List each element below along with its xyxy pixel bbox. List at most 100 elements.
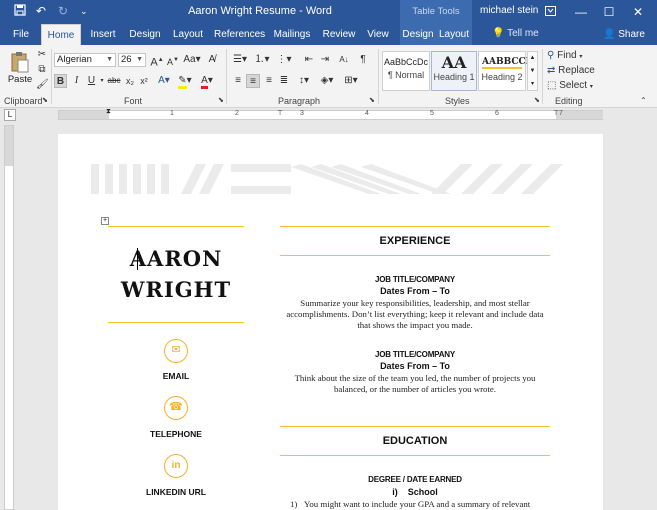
text-effects-icon[interactable]: A▾ xyxy=(156,74,172,88)
chevron-down-icon[interactable]: ▾ xyxy=(98,74,106,88)
degree-line[interactable]: DEGREE / DATE EARNED xyxy=(280,475,550,484)
select-button[interactable]: ⬚ Select ▾ xyxy=(547,79,607,93)
style-heading-2[interactable]: AABBCCI Heading 2 xyxy=(478,51,530,91)
tab-review[interactable]: Review xyxy=(320,24,358,45)
title-bar: ↶ ↻ ⌄ Aaron Wright Resume - Word Table T… xyxy=(0,0,657,24)
ruler-strip[interactable]: ⧗ 1 2 3 4 5 6 7 ⊤ ⊤ xyxy=(58,108,603,120)
underline-icon[interactable]: U xyxy=(85,74,98,88)
education-heading[interactable]: EDUCATION xyxy=(280,435,550,447)
bullets-icon[interactable]: ☰▾ xyxy=(231,53,249,67)
strikethrough-icon[interactable]: abc xyxy=(107,74,121,88)
tab-table-design[interactable]: Design xyxy=(400,24,436,45)
ruler-tab-marker[interactable]: ⊤ xyxy=(553,109,559,117)
grow-font-icon[interactable]: A▲ xyxy=(150,53,164,69)
editing-group-label: Editing xyxy=(555,96,583,106)
job-dates[interactable]: Dates From – To xyxy=(280,361,550,371)
numbering-icon[interactable]: ⒈▾ xyxy=(253,53,271,67)
ruler-indent-marker[interactable]: ⧗ xyxy=(106,108,111,116)
clear-formatting-icon[interactable]: A̸ xyxy=(205,53,219,67)
linkedin-label[interactable]: LINKEDIN URL xyxy=(108,487,244,497)
job-title[interactable]: JOB TITLE/COMPANY xyxy=(280,350,550,359)
cut-icon[interactable]: ✂ xyxy=(36,48,48,62)
superscript-icon[interactable]: x² xyxy=(138,74,150,88)
align-left-icon[interactable]: ≡ xyxy=(231,74,245,88)
close-icon[interactable]: ✕ xyxy=(628,2,648,22)
justify-icon[interactable]: ≣ xyxy=(277,74,291,88)
font-size-select[interactable]: 26 ▼ xyxy=(118,53,146,67)
replace-button[interactable]: ⇄ Replace xyxy=(547,64,607,78)
vertical-ruler-margin xyxy=(5,126,13,166)
tab-mailings[interactable]: Mailings xyxy=(271,24,313,45)
highlight-icon[interactable]: ✎▾ xyxy=(176,74,194,89)
job-description[interactable]: Summarize your key responsibilities, lea… xyxy=(284,298,546,331)
tab-file[interactable]: File xyxy=(6,24,36,45)
job-title[interactable]: JOB TITLE/COMPANY xyxy=(280,275,550,284)
paragraph-group-label: Paragraph xyxy=(278,96,321,106)
font-color-icon[interactable]: A▾ xyxy=(198,74,216,89)
minimize-icon[interactable]: — xyxy=(571,2,591,22)
document-page[interactable]: + AARON WRIGHT ✉ EMAIL ☎ TELEPHONE in LI… xyxy=(58,134,603,510)
first-name[interactable]: AARON xyxy=(108,246,244,271)
divider-line xyxy=(108,322,244,323)
paste-button[interactable]: Paste xyxy=(6,49,34,93)
clipboard-group-label: Clipboard xyxy=(4,96,43,106)
align-right-icon[interactable]: ≡ xyxy=(262,74,276,88)
styles-scroll[interactable]: ▲ ▼ ▾ xyxy=(527,51,538,91)
borders-icon[interactable]: ⊞▾ xyxy=(342,74,360,88)
tab-design[interactable]: Design xyxy=(127,24,163,45)
group-divider xyxy=(378,49,379,104)
last-name[interactable]: WRIGHT xyxy=(108,277,244,302)
ruler-number: 2 xyxy=(235,110,239,117)
school-line[interactable]: i) School xyxy=(280,487,550,497)
style-normal[interactable]: AaBbCcDc ¶ Normal xyxy=(382,51,430,91)
style-heading-1[interactable]: AA Heading 1 xyxy=(431,51,477,91)
tab-layout[interactable]: Layout xyxy=(170,24,206,45)
collapse-ribbon-icon[interactable]: ⌃ xyxy=(640,96,647,105)
font-launcher-icon[interactable]: ⬊ xyxy=(218,96,224,104)
format-painter-icon[interactable]: 🖌 xyxy=(36,78,49,92)
change-case-icon[interactable]: Aa▾ xyxy=(183,53,201,67)
user-name[interactable]: michael stein xyxy=(480,5,538,16)
tab-insert[interactable]: Insert xyxy=(86,24,120,45)
education-list-item[interactable]: 1) You might want to include your GPA an… xyxy=(290,499,550,510)
divider-line xyxy=(280,255,550,256)
styles-launcher-icon[interactable]: ⬊ xyxy=(534,96,540,104)
telephone-label[interactable]: TELEPHONE xyxy=(108,429,244,439)
subscript-icon[interactable]: x₂ xyxy=(124,74,136,88)
table-move-handle-icon[interactable]: + xyxy=(101,217,109,225)
experience-heading[interactable]: EXPERIENCE xyxy=(280,235,550,247)
bold-icon[interactable]: B xyxy=(54,74,67,88)
ruler-left-margin xyxy=(59,111,109,119)
vertical-ruler[interactable] xyxy=(4,125,14,510)
shading-icon[interactable]: ◈▾ xyxy=(318,74,336,88)
table-tools-label: Table Tools xyxy=(400,0,472,24)
align-center-icon[interactable]: ≡ xyxy=(246,74,260,88)
italic-icon[interactable]: I xyxy=(70,74,83,88)
tab-view[interactable]: View xyxy=(362,24,394,45)
shrink-font-icon[interactable]: A▼ xyxy=(166,53,180,67)
font-name-value: Algerian xyxy=(57,54,92,65)
clipboard-launcher-icon[interactable]: ⬊ xyxy=(42,96,48,104)
ruler-tab-marker[interactable]: ⊤ xyxy=(277,109,283,117)
sort-icon[interactable]: A↓ xyxy=(337,53,351,67)
share-button[interactable]: 👤 Share xyxy=(603,27,653,43)
paragraph-launcher-icon[interactable]: ⬊ xyxy=(369,96,375,104)
decrease-indent-icon[interactable]: ⇤ xyxy=(302,53,316,67)
job-description[interactable]: Think about the size of the team you led… xyxy=(284,373,546,395)
multilevel-list-icon[interactable]: ⋮▾ xyxy=(275,53,293,67)
show-formatting-icon[interactable]: ¶ xyxy=(357,53,369,67)
find-button[interactable]: ⚲ Find ▾ xyxy=(547,49,597,63)
copy-icon[interactable]: ⧉ xyxy=(36,63,48,77)
line-spacing-icon[interactable]: ↕▾ xyxy=(295,74,313,88)
job-dates[interactable]: Dates From – To xyxy=(280,286,550,296)
font-name-select[interactable]: Algerian ▼ xyxy=(54,53,116,67)
tab-table-layout[interactable]: Layout xyxy=(436,24,472,45)
increase-indent-icon[interactable]: ⇥ xyxy=(318,53,332,67)
email-label[interactable]: EMAIL xyxy=(108,371,244,381)
tab-selector-icon[interactable]: L xyxy=(4,109,16,121)
ribbon-display-options-icon[interactable] xyxy=(540,2,560,22)
tab-home[interactable]: Home xyxy=(41,24,81,45)
tab-references[interactable]: References xyxy=(214,24,265,45)
maximize-icon[interactable]: ☐ xyxy=(599,2,619,22)
tell-me-search[interactable]: 💡 Tell me xyxy=(492,28,539,39)
